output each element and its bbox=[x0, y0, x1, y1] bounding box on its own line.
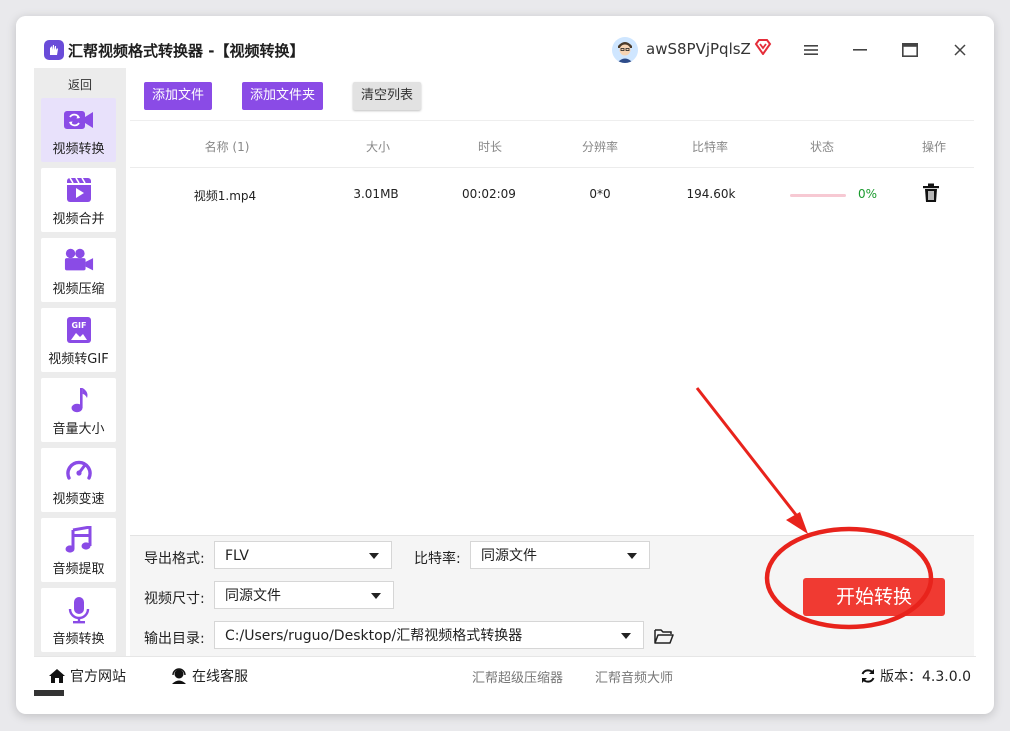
chevron-down-icon bbox=[627, 553, 637, 559]
file-resolution: 0*0 bbox=[589, 187, 611, 201]
sidebar-item-video-convert[interactable]: 视频转换 bbox=[41, 98, 116, 162]
username[interactable]: awS8PVjPqlsZ bbox=[646, 40, 751, 58]
column-header-resolution: 分辨率 bbox=[581, 140, 618, 154]
file-duration: 00:02:09 bbox=[462, 187, 516, 201]
version-info[interactable]: 版本：4.3.0.0 bbox=[860, 666, 971, 686]
sidebar-item-volume[interactable]: 音量大小 bbox=[41, 378, 116, 442]
version-label: 版本：4.3.0.0 bbox=[880, 669, 971, 685]
column-header-size: 大小 bbox=[365, 140, 390, 154]
sidebar: 返回 视频转换 视频合并 视频压缩 GIF 视频转GIF 音量大小 视频变速 音… bbox=[34, 68, 126, 658]
refresh-icon bbox=[861, 669, 875, 683]
delete-icon[interactable] bbox=[922, 183, 940, 207]
add-file-button[interactable]: 添加文件 bbox=[144, 82, 212, 110]
file-table: 名称 (1) 大小 时长 分辨率 比特率 状态 操作 视频1.mp4 3.01M… bbox=[130, 120, 974, 536]
sidebar-item-label: 视频变速 bbox=[52, 492, 105, 507]
sidebar-item-video-compress[interactable]: 视频压缩 bbox=[41, 238, 116, 302]
output-dir-select[interactable]: C:/Users/ruguo/Desktop/汇帮视频格式转换器 bbox=[214, 621, 644, 649]
sidebar-item-label: 视频合并 bbox=[52, 212, 105, 227]
file-bitrate: 194.60k bbox=[686, 187, 736, 201]
gif-icon: GIF bbox=[64, 316, 94, 344]
chevron-down-icon bbox=[621, 633, 631, 639]
sidebar-item-label: 音量大小 bbox=[52, 422, 105, 437]
back-button[interactable]: 返回 bbox=[34, 76, 126, 93]
sidebar-item-video-gif[interactable]: GIF 视频转GIF bbox=[41, 308, 116, 372]
super-compressor-link[interactable]: 汇帮超级压缩器 bbox=[472, 667, 563, 686]
svg-text:GIF: GIF bbox=[71, 321, 86, 330]
sidebar-item-label: 视频压缩 bbox=[52, 282, 105, 297]
sidebar-item-label: 视频转GIF bbox=[48, 352, 109, 367]
app-logo-icon bbox=[44, 40, 64, 60]
column-header-bitrate: 比特率 bbox=[691, 140, 728, 154]
sidebar-item-video-merge[interactable]: 视频合并 bbox=[41, 168, 116, 232]
size-label: 视频尺寸: bbox=[144, 591, 205, 607]
format-value: FLV bbox=[225, 548, 249, 564]
file-size: 3.01MB bbox=[353, 187, 399, 201]
official-site-link[interactable]: 官方网站 bbox=[48, 666, 126, 686]
column-header-status: 状态 bbox=[809, 140, 834, 154]
progress-bar bbox=[790, 194, 846, 197]
format-select[interactable]: FLV bbox=[214, 541, 392, 569]
music-note-icon bbox=[64, 386, 94, 414]
online-service-label: 在线客服 bbox=[192, 669, 248, 685]
output-label: 输出目录: bbox=[144, 631, 205, 647]
folder-open-icon[interactable] bbox=[654, 628, 674, 648]
speedometer-icon bbox=[64, 456, 94, 484]
highlight-ring bbox=[764, 526, 934, 630]
video-convert-icon bbox=[64, 106, 94, 134]
official-site-label: 官方网站 bbox=[70, 669, 126, 685]
audio-master-link[interactable]: 汇帮音频大师 bbox=[595, 667, 673, 686]
minimize-button[interactable] bbox=[844, 34, 876, 66]
audio-extract-icon bbox=[64, 526, 94, 554]
video-merge-icon bbox=[64, 176, 94, 204]
bitrate-select[interactable]: 同源文件 bbox=[470, 541, 650, 569]
vip-diamond-icon[interactable] bbox=[754, 39, 772, 59]
bitrate-value: 同源文件 bbox=[481, 548, 537, 564]
sidebar-item-label: 视频转换 bbox=[52, 142, 105, 157]
maximize-button[interactable] bbox=[894, 34, 926, 66]
column-header-duration: 时长 bbox=[477, 140, 502, 154]
format-label: 导出格式: bbox=[144, 551, 205, 567]
sidebar-item-audio-extract[interactable]: 音频提取 bbox=[41, 518, 116, 582]
clear-list-button[interactable]: 清空列表 bbox=[353, 82, 421, 110]
chevron-down-icon bbox=[369, 553, 379, 559]
window-title: 汇帮视频格式转换器 -【视频转换】 bbox=[68, 42, 305, 60]
footer-divider bbox=[34, 690, 64, 696]
size-select[interactable]: 同源文件 bbox=[214, 581, 394, 609]
column-header-action: 操作 bbox=[921, 140, 946, 154]
size-value: 同源文件 bbox=[225, 588, 281, 604]
footer: 官方网站 在线客服 汇帮超级压缩器 汇帮音频大师 版本：4.3.0.0 bbox=[34, 656, 976, 695]
chevron-down-icon bbox=[371, 593, 381, 599]
user-avatar[interactable] bbox=[612, 37, 638, 63]
title-bar: 汇帮视频格式转换器 -【视频转换】 awS8PVjPqlsZ bbox=[16, 16, 994, 68]
support-agent-icon bbox=[172, 668, 186, 684]
sidebar-item-label: 音频提取 bbox=[52, 562, 105, 577]
add-folder-button[interactable]: 添加文件夹 bbox=[242, 82, 323, 110]
home-icon bbox=[49, 669, 65, 683]
progress-percent: 0% bbox=[858, 187, 878, 201]
online-service-link[interactable]: 在线客服 bbox=[170, 666, 248, 686]
close-button[interactable] bbox=[944, 34, 976, 66]
menu-icon[interactable] bbox=[795, 34, 827, 66]
table-header: 名称 (1) 大小 时长 分辨率 比特率 状态 操作 bbox=[130, 121, 974, 168]
output-dir-value: C:/Users/ruguo/Desktop/汇帮视频格式转换器 bbox=[225, 628, 523, 644]
sidebar-item-label: 音频转换 bbox=[52, 632, 105, 647]
video-compress-icon bbox=[64, 246, 94, 274]
sidebar-item-audio-convert[interactable]: 音频转换 bbox=[41, 588, 116, 652]
column-header-name[interactable]: 名称 (1) bbox=[178, 138, 276, 155]
microphone-icon bbox=[64, 596, 94, 624]
sidebar-item-video-speed[interactable]: 视频变速 bbox=[41, 448, 116, 512]
bitrate-label: 比特率: bbox=[414, 551, 461, 567]
file-name: 视频1.mp4 bbox=[193, 189, 257, 203]
